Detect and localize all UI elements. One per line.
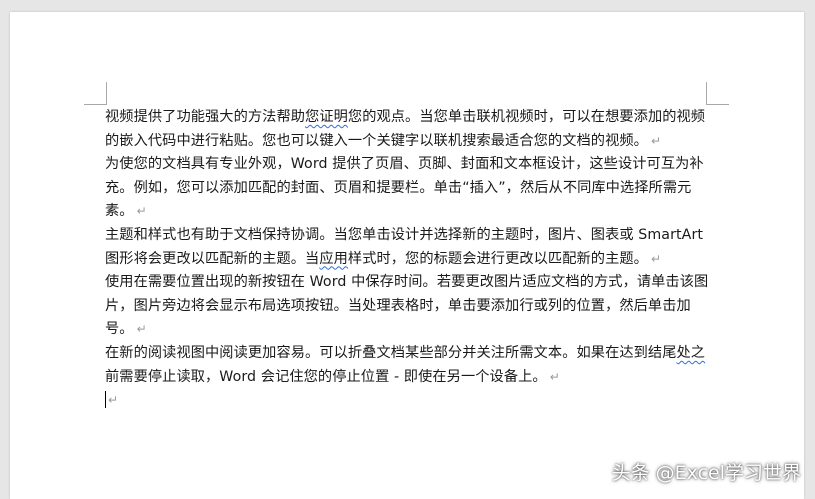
text-run: 视频提供了功能强大的方法帮助 (105, 109, 306, 125)
margin-corner-top-left (84, 82, 107, 105)
paragraph-mark-icon: ↵ (108, 393, 119, 408)
text-run: 为使您的文档具有专业外观，Word 提供了页眉、页脚、封面和文本框设计，这些设计… (105, 156, 704, 220)
paragraph-5[interactable]: 在新的阅读视图中阅读更加容易。可以折叠文档某些部分并关注所需文本。如果在达到结尾… (105, 342, 715, 389)
paragraph-1[interactable]: 视频提供了功能强大的方法帮助您证明您的观点。当您单击联机视频时，可以在想要添加的… (105, 106, 715, 153)
empty-paragraph[interactable]: ↵ (105, 389, 715, 412)
document-body[interactable]: 视频提供了功能强大的方法帮助您证明您的观点。当您单击联机视频时，可以在想要添加的… (105, 106, 715, 412)
paragraph-3[interactable]: 主题和样式也有助于文档保持协调。当您单击设计并选择新的主题时，图片、图表或 Sm… (105, 224, 715, 271)
text-run: 前需要停止读取，Word 会记住您的停止位置 - 即使在另一个设备上。 (105, 368, 547, 385)
text-run: 在新的阅读视图中阅读更加容易。可以折叠文档某些部分并关注所需文本。如果在达到结尾 (105, 344, 677, 361)
spelling-flagged-text[interactable]: 应用 (319, 251, 348, 267)
watermark: 头条 @Excel学习世界 (611, 462, 801, 484)
paragraph-mark-icon: ↵ (136, 322, 147, 337)
spelling-flagged-text[interactable]: 处之 (677, 345, 706, 361)
document-page[interactable]: 视频提供了功能强大的方法帮助您证明您的观点。当您单击联机视频时，可以在想要添加的… (10, 12, 804, 499)
text-run: 样式时，您的标题会进行更改以匹配新的主题。 (347, 250, 648, 267)
paragraph-mark-icon: ↵ (650, 251, 662, 266)
margin-corner-top-right (706, 82, 729, 105)
paragraph-4[interactable]: 使用在需要位置出现的新按钮在 Word 中保存时间。若要更改图片适应文档的方式，… (105, 271, 715, 342)
text-cursor (105, 391, 106, 409)
paragraph-2[interactable]: 为使您的文档具有专业外观，Word 提供了页眉、页脚、封面和文本框设计，这些设计… (105, 153, 715, 224)
paragraph-mark-icon: ↵ (650, 133, 662, 148)
paragraph-mark-icon: ↵ (549, 369, 560, 384)
spelling-flagged-text[interactable]: 您证明 (305, 109, 348, 125)
text-run: 使用在需要位置出现的新按钮在 Word 中保存时间。若要更改图片适应文档的方式，… (105, 274, 709, 338)
paragraph-mark-icon: ↵ (136, 204, 147, 219)
